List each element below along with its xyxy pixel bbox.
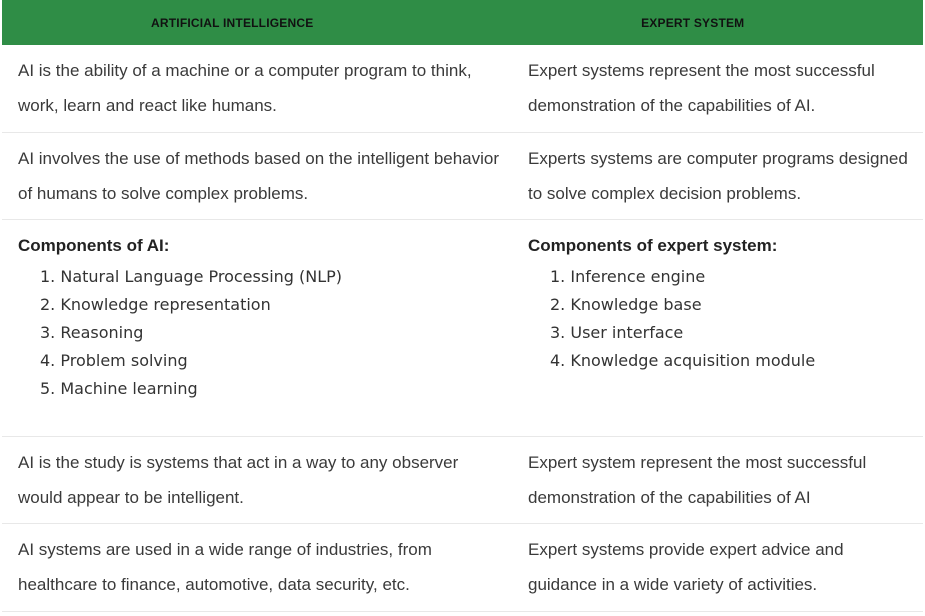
list-item: 1. Natural Language Processing (NLP) [40, 267, 343, 286]
expert-system-components-list: 1. Inference engine 2. Knowledge base 3.… [528, 263, 917, 375]
table-row: AI involves the use of methods based on … [2, 133, 923, 220]
ai-cell: AI involves the use of methods based on … [18, 149, 500, 203]
table-header: ARTIFICIAL INTELLIGENCE EXPERT SYSTEM [2, 0, 923, 45]
column-header-expert-system: EXPERT SYSTEM [641, 15, 745, 30]
table-row: AI is the study is systems that act in a… [2, 437, 923, 524]
ai-components-list: 1. Natural Language Processing (NLP) 2. … [18, 263, 502, 403]
list-item: 1. Inference engine [550, 267, 706, 286]
comparison-table: ARTIFICIAL INTELLIGENCE EXPERT SYSTEM AI… [2, 0, 923, 612]
ai-cell: AI is the ability of a machine or a comp… [18, 61, 472, 115]
expert-system-cell: Expert system represent the most success… [528, 453, 867, 507]
ai-components-title: Components of AI: [18, 236, 170, 255]
table-row: AI is the ability of a machine or a comp… [2, 45, 923, 133]
list-item: 2. Knowledge base [550, 295, 702, 314]
list-item: 3. Reasoning [40, 323, 144, 342]
table-row: AI systems are used in a wide range of i… [2, 524, 923, 612]
list-item: 3. User interface [550, 323, 684, 342]
expert-system-components-title: Components of expert system: [528, 236, 778, 255]
list-item: 5. Machine learning [40, 379, 198, 398]
ai-cell: AI systems are used in a wide range of i… [18, 540, 432, 594]
expert-system-components-cell: Components of expert system: 1. Inferenc… [512, 228, 923, 436]
list-item: 2. Knowledge representation [40, 295, 271, 314]
ai-cell: AI is the study is systems that act in a… [18, 453, 459, 507]
list-item: 4. Problem solving [40, 351, 188, 370]
expert-system-cell: Expert systems provide expert advice and… [528, 540, 844, 594]
list-item: 4. Knowledge acquisition module [550, 351, 816, 370]
expert-system-cell: Experts systems are computer programs de… [528, 149, 908, 203]
expert-system-cell: Expert systems represent the most succes… [528, 61, 875, 115]
column-header-ai: ARTIFICIAL INTELLIGENCE [151, 15, 314, 30]
table-row: Components of AI: 1. Natural Language Pr… [2, 220, 923, 437]
ai-components-cell: Components of AI: 1. Natural Language Pr… [2, 228, 512, 436]
